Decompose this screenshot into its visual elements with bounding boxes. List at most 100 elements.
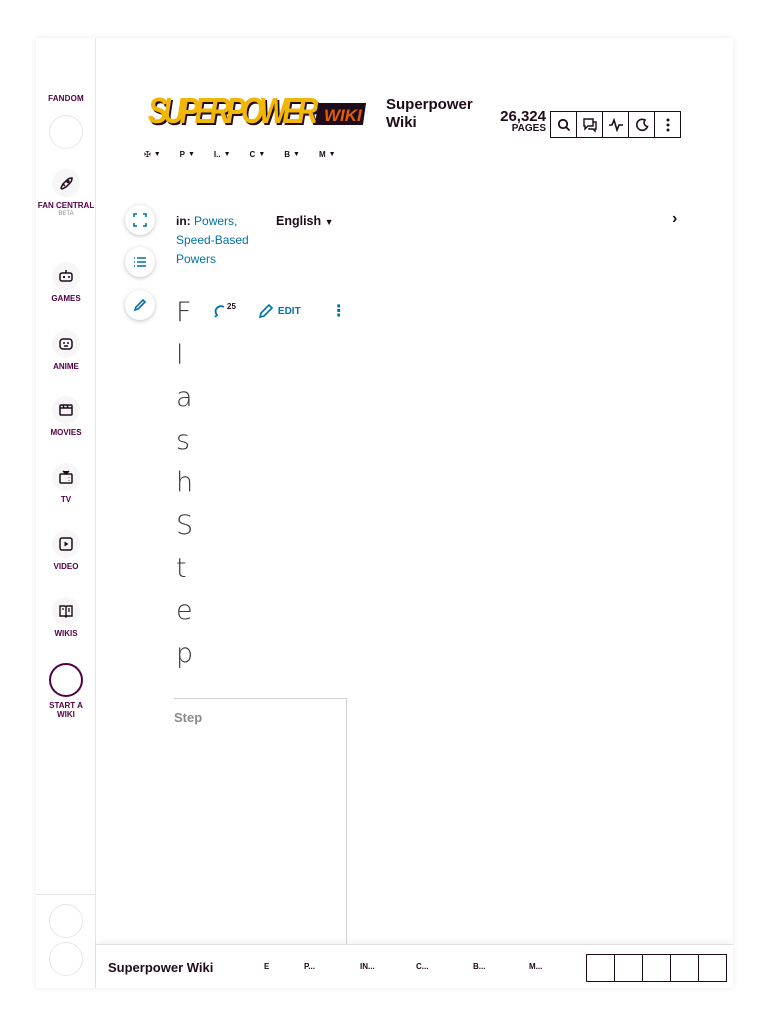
global-nav: FANDOM FAN CENTRAL BETA GAMES ANIME MOVI… [36,38,96,988]
local-nav-item[interactable]: I.. ▼ [214,150,231,159]
sticky-nav-item[interactable]: C... [416,962,428,971]
caret-down-icon: ▼ [223,151,231,158]
caret-down-icon: ▼ [153,151,161,158]
title-char: F [176,297,192,328]
title-char: p [176,637,194,669]
sticky-tools [586,954,727,982]
categories: in: Powers, Speed-Based Powers [176,212,271,269]
anime-icon [52,330,80,358]
wiki-tools [550,111,681,138]
nav-item-anime[interactable]: ANIME [36,330,96,371]
sticky-nav-item[interactable]: M... [529,962,542,971]
user-avatar[interactable] [49,942,83,976]
fullscreen-button[interactable] [125,205,155,235]
comments-button[interactable]: 25 [214,302,236,318]
edit-icon [133,298,147,312]
table-of-contents-button[interactable] [125,247,155,277]
sticky-site-name[interactable]: Superpower Wiki [108,960,213,975]
category-link[interactable]: Speed-Based Powers [176,233,249,266]
sticky-nav-item[interactable]: E [264,962,269,971]
edit-label: EDIT [277,305,301,317]
nav-item-video[interactable]: VIDEO [36,530,96,571]
page-actions: 25 EDIT ⋮ [214,301,347,321]
clapperboard-icon [52,396,80,424]
caret-down-icon: ▼ [293,151,300,158]
gamepad-icon [52,262,80,290]
local-nav-item[interactable]: M ▼ [319,150,336,159]
local-nav-item[interactable]: B ▼ [284,150,300,159]
search-icon [557,118,570,131]
sticky-nav-item[interactable]: IN... [360,962,375,971]
discussions-button[interactable] [576,111,603,138]
nav-item-label: ANIME [53,362,79,371]
nav-item-label: MOVIES [50,428,82,437]
title-char: t [176,552,187,584]
edit-button[interactable]: EDIT [258,303,301,319]
theme-icon [635,118,649,131]
local-nav-label: I.. [213,150,221,159]
tv-icon [52,463,80,491]
wiki-wordmark[interactable]: SUPERPOWER SUPERPOWER WIKI [148,89,370,133]
discussion-icon [582,117,597,133]
search-button[interactable] [550,111,577,138]
theme-toggle-button[interactable] [628,111,655,138]
pencil-icon [258,303,274,319]
sticky-nav-item[interactable]: P... [304,962,315,971]
local-nav-item[interactable]: P ▼ [180,150,195,159]
page-count: 26,324 [500,108,546,125]
sticky-tool-button[interactable] [586,954,615,982]
nav-item-tv[interactable]: TV [36,463,96,504]
language-label: English [276,214,322,228]
nav-item-wikis[interactable]: WIKIS [36,597,96,638]
title-char: S [176,509,194,541]
activity-button[interactable] [602,111,629,138]
activity-icon [608,117,623,132]
local-nav-label: ✠ [144,150,151,159]
sticky-tool-button[interactable] [698,954,727,982]
sticky-tool-button[interactable] [670,954,699,982]
rocket-icon [52,169,80,197]
nav-item-games[interactable]: GAMES [36,262,96,303]
notifications-icon[interactable] [49,904,83,938]
svg-text:WIKI: WIKI [324,106,363,125]
start-wiki-label: START A WIKI [49,701,83,719]
fullscreen-icon [133,213,147,227]
caret-down-icon: ▼ [324,217,334,227]
nav-item-movies[interactable]: MOVIES [36,396,96,437]
local-nav-item[interactable]: ✠ ▼ [144,150,161,159]
caret-down-icon: ▼ [258,151,266,158]
comment-icon [214,305,225,318]
categories-prefix: in: [176,214,191,228]
nav-item-label: GAMES [51,294,81,303]
edit-side-button[interactable] [125,290,155,320]
book-icon [52,597,80,625]
sticky-tool-button[interactable] [614,954,643,982]
infobox-caption: Step [174,710,203,725]
caret-down-icon: ▼ [187,151,195,158]
language-selector[interactable]: English ▼ [276,212,334,232]
start-wiki-button[interactable]: START A WIKI [36,663,96,719]
title-char: a [176,382,193,414]
svg-text:SUPERPOWER: SUPERPOWER [148,90,319,130]
nav-item-fan-central[interactable]: FAN CENTRAL BETA [36,169,96,217]
sticky-nav-item[interactable]: B... [473,962,485,971]
start-wiki-icon [49,663,83,697]
avatar[interactable] [49,115,83,149]
sticky-tool-button[interactable] [642,954,671,982]
nav-item-label: TV [60,495,72,504]
site-name[interactable]: Superpower Wiki [386,96,496,132]
more-actions-icon[interactable]: ⋮ [331,301,347,321]
more-tools-button[interactable] [654,111,681,138]
local-nav-label: M [318,150,326,159]
local-nav-label: P [179,150,185,159]
category-link[interactable]: Powers, [194,214,237,228]
toc-icon [134,257,146,267]
page-count-label: PAGES [511,123,546,134]
fandom-logo[interactable]: FANDOM [36,94,96,103]
local-nav-item[interactable]: C ▼ [250,150,266,159]
play-icon [52,530,80,558]
more-icon [666,118,669,131]
beta-badge: BETA [58,211,74,217]
chevron-right-icon[interactable]: › [672,210,677,228]
page-title: F l a s h S t e p [176,292,206,675]
